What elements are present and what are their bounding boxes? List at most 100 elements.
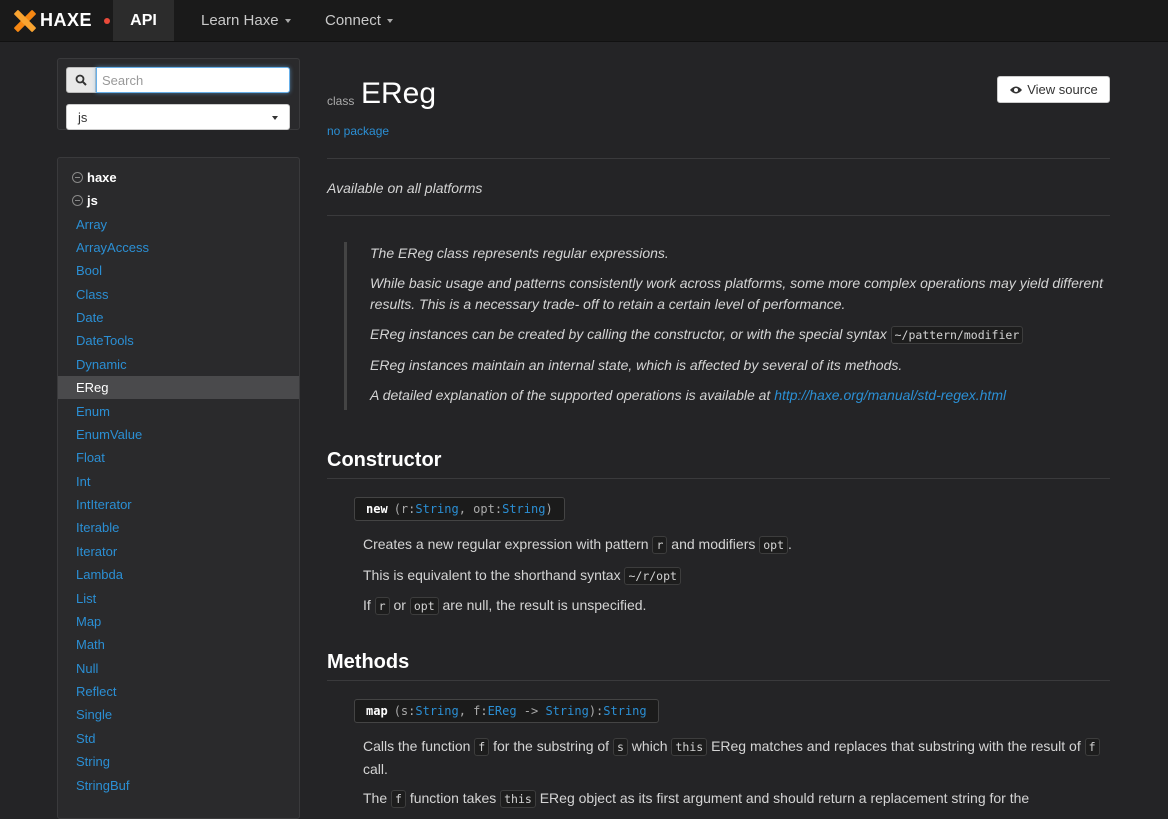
divider	[327, 215, 1110, 216]
type-item[interactable]: StringBuf	[58, 774, 299, 797]
method-desc-2: The f function takes this EReg object as…	[363, 787, 1108, 810]
text: If	[363, 597, 375, 613]
inline-code: opt	[409, 597, 439, 615]
description-p2: While basic usage and patterns consisten…	[370, 275, 1103, 312]
method-desc-1: Calls the function f for the substring o…	[363, 735, 1108, 780]
nav-learn-label: Learn Haxe	[201, 12, 279, 29]
inline-code: this	[500, 790, 536, 808]
type-item[interactable]: DateTools	[58, 329, 299, 352]
sig-type: EReg	[487, 704, 517, 718]
platform-select[interactable]: js	[66, 104, 290, 130]
type-item[interactable]: Class	[58, 283, 299, 306]
type-tree: haxe js Array ArrayAccess Bool Class Dat…	[57, 157, 300, 819]
package-link[interactable]: no package	[327, 124, 389, 138]
sig-type: String	[415, 502, 459, 516]
sig-name: map	[366, 704, 388, 718]
text: function takes	[405, 790, 501, 806]
logo-text: HAXE	[40, 10, 93, 30]
type-item[interactable]: Bool	[58, 259, 299, 282]
caret-down-icon	[284, 18, 291, 23]
caret-down-icon	[386, 18, 393, 23]
constructor-desc-1: Creates a new regular expression with pa…	[363, 533, 1108, 556]
inline-code: f	[1084, 738, 1100, 756]
type-item[interactable]: Float	[58, 446, 299, 469]
type-item[interactable]: Date	[58, 306, 299, 329]
text: call.	[363, 761, 388, 777]
package-js[interactable]: js	[72, 193, 98, 208]
sig-type: String	[502, 502, 546, 516]
constructor-desc-3: If r or opt are null, the result is unsp…	[363, 594, 1108, 617]
constructor-signature[interactable]: new (r: String, opt: String)	[354, 497, 565, 521]
type-item[interactable]: Single	[58, 703, 299, 726]
text: which	[627, 738, 672, 754]
type-item[interactable]: Int	[58, 470, 299, 493]
type-kind: class	[327, 94, 355, 108]
text: .	[788, 536, 792, 552]
sig-text: )	[545, 502, 553, 516]
inline-code: ~/r/opt	[624, 567, 681, 585]
text: or	[389, 597, 410, 613]
platform-select-value: js	[78, 109, 88, 125]
class-description: The EReg class represents regular expres…	[344, 242, 1113, 410]
collapse-icon	[72, 195, 83, 206]
type-item[interactable]: Map	[58, 610, 299, 633]
sig-text: ):	[588, 704, 604, 718]
type-item[interactable]: List	[58, 587, 299, 610]
inline-code: f	[391, 790, 406, 808]
constructor-desc-2: This is equivalent to the shorthand synt…	[363, 564, 1108, 587]
inline-code: opt	[759, 536, 789, 554]
description-text: A detailed explanation of the supported …	[370, 387, 775, 403]
sig-text: ->	[516, 704, 546, 718]
nav-connect[interactable]: Connect	[325, 0, 393, 41]
description-p5: A detailed explanation of the supported …	[370, 385, 1110, 406]
type-item[interactable]: Array	[58, 213, 299, 236]
type-item[interactable]: Iterator	[58, 540, 299, 563]
description-p3: EReg instances can be created by calling…	[370, 324, 1110, 346]
type-item[interactable]: IntIterator	[58, 493, 299, 516]
type-item[interactable]: Reflect	[58, 680, 299, 703]
type-item[interactable]: String	[58, 750, 299, 773]
availability-text: Available on all platforms	[327, 180, 483, 196]
search-input[interactable]	[96, 67, 290, 93]
text: for the substring of	[489, 738, 613, 754]
divider	[327, 158, 1110, 159]
inline-code: r	[652, 536, 668, 554]
view-source-button[interactable]: View source	[997, 76, 1110, 103]
nav-api-tab[interactable]: API	[113, 0, 174, 41]
page-title: EReg	[361, 77, 437, 110]
description-p1: The EReg class represents regular expres…	[370, 245, 669, 261]
text: Calls the function	[363, 738, 475, 754]
text: EReg matches and replaces that substring…	[707, 738, 1085, 754]
caret-down-icon	[272, 116, 278, 120]
nav-learn-haxe[interactable]: Learn Haxe	[201, 0, 291, 41]
type-item[interactable]: Std	[58, 727, 299, 750]
search-group	[66, 67, 290, 93]
sig-type: String	[415, 704, 459, 718]
search-panel: js	[57, 58, 300, 130]
type-item[interactable]: Lambda	[58, 563, 299, 586]
type-item[interactable]: Dynamic	[58, 353, 299, 376]
type-item-active[interactable]: EReg	[58, 376, 299, 399]
inline-code: f	[474, 738, 490, 756]
type-item[interactable]: Iterable	[58, 516, 299, 539]
methods-heading: Methods	[327, 651, 410, 673]
inline-code: r	[374, 597, 390, 615]
method-signature-map[interactable]: map (s: String, f: EReg -> String): String	[354, 699, 659, 723]
description-p4: EReg instances maintain an internal stat…	[370, 357, 903, 373]
inline-code: ~/pattern/modifier	[890, 326, 1024, 344]
package-haxe[interactable]: haxe	[72, 170, 117, 185]
inline-code: s	[612, 738, 628, 756]
package-label: js	[87, 193, 98, 208]
package-label: haxe	[87, 170, 117, 185]
type-item[interactable]: Null	[58, 657, 299, 680]
divider	[327, 680, 1110, 681]
manual-link[interactable]: http://haxe.org/manual/std-regex.html	[774, 387, 1006, 403]
sig-type: String	[603, 704, 647, 718]
type-item[interactable]: ArrayAccess	[58, 236, 299, 259]
type-item[interactable]: Enum	[58, 400, 299, 423]
type-item[interactable]: EnumValue	[58, 423, 299, 446]
type-item[interactable]: Math	[58, 633, 299, 656]
sig-text: , opt:	[458, 502, 503, 516]
haxe-logo[interactable]: HAXE	[0, 0, 121, 41]
text: EReg object as its first argument and sh…	[535, 790, 1030, 806]
